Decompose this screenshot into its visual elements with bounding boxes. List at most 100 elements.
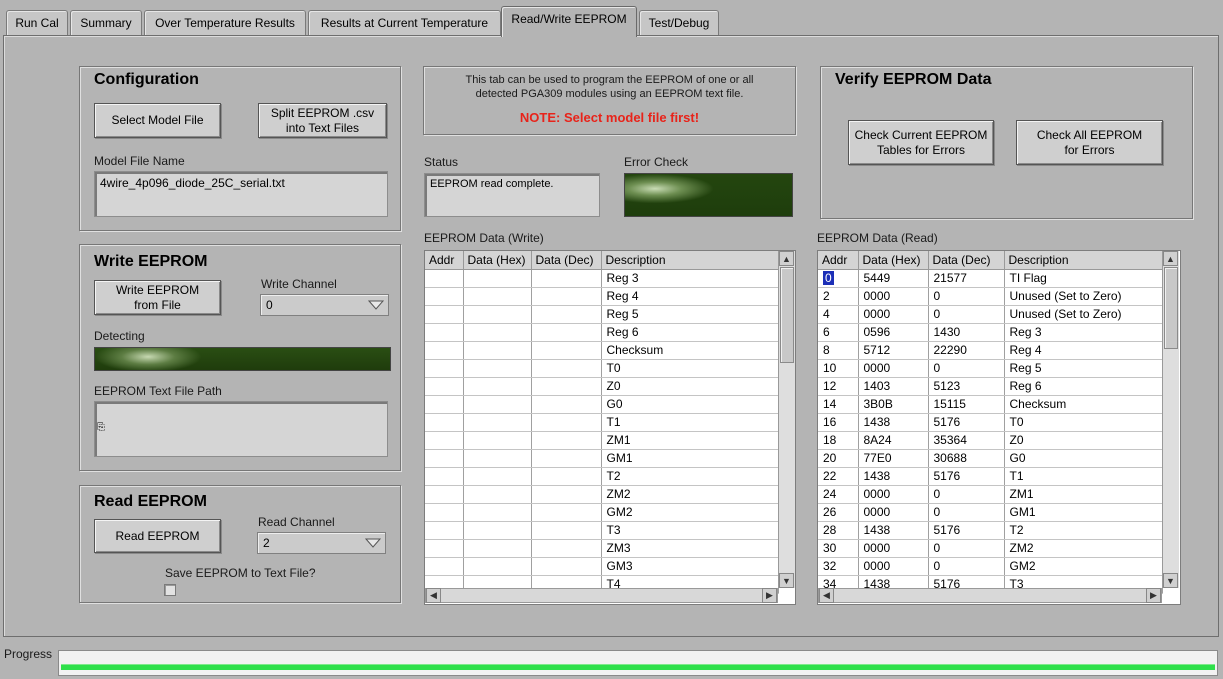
table-row[interactable]: G0 — [425, 395, 779, 414]
table-cell[interactable]: T1 — [1004, 467, 1163, 486]
table-cell[interactable]: 32 — [818, 557, 859, 576]
table-cell[interactable]: Checksum — [1004, 395, 1163, 414]
table-row[interactable]: 8 5712 22290 Reg 4 — [818, 341, 1163, 360]
table-cell[interactable]: Reg 6 — [601, 323, 779, 342]
table-cell[interactable] — [463, 287, 532, 306]
table-row[interactable]: 6 0596 1430 Reg 3 — [818, 323, 1163, 342]
table-cell[interactable]: 0000 — [858, 305, 929, 324]
read-channel-select[interactable]: 2 — [257, 532, 386, 554]
eeprom-read-table[interactable]: Addr Data (Hex) Data (Dec) Description 0 544… — [817, 250, 1181, 605]
table-cell[interactable]: GM3 — [601, 557, 779, 576]
table-cell[interactable] — [531, 467, 602, 486]
table-cell[interactable]: GM1 — [601, 449, 779, 468]
table-cell[interactable]: 35364 — [928, 431, 1005, 450]
table-cell[interactable]: 4 — [818, 305, 859, 324]
table-cell[interactable]: 5123 — [928, 377, 1005, 396]
table-cell[interactable]: TI Flag — [1004, 269, 1163, 288]
scroll-thumb[interactable] — [780, 267, 794, 363]
table-cell[interactable]: 5712 — [858, 341, 929, 360]
table-cell[interactable] — [425, 539, 464, 558]
table-row[interactable]: 4 0000 0 Unused (Set to Zero) — [818, 305, 1163, 324]
table-cell[interactable]: 30 — [818, 539, 859, 558]
table-cell[interactable] — [531, 377, 602, 396]
table-cell[interactable]: Checksum — [601, 341, 779, 360]
tab-run-cal[interactable]: Run Cal — [6, 10, 68, 35]
table-cell[interactable]: 1438 — [858, 413, 929, 432]
table-row[interactable]: 30 0000 0 ZM2 — [818, 539, 1163, 558]
table-cell[interactable]: 14 — [818, 395, 859, 414]
table-cell[interactable] — [463, 449, 532, 468]
table-cell[interactable]: 1438 — [858, 467, 929, 486]
table-cell[interactable] — [463, 431, 532, 450]
table-cell[interactable]: 0000 — [858, 539, 929, 558]
table-row[interactable]: 18 8A24 35364 Z0 — [818, 431, 1163, 450]
table-cell[interactable] — [531, 395, 602, 414]
table-cell[interactable] — [463, 341, 532, 360]
table-cell[interactable]: ZM2 — [601, 485, 779, 504]
table-cell[interactable] — [425, 323, 464, 342]
table-cell[interactable]: 0 — [928, 359, 1005, 378]
save-eeprom-checkbox[interactable] — [164, 584, 176, 596]
table-cell[interactable]: T0 — [1004, 413, 1163, 432]
table-cell[interactable] — [463, 521, 532, 540]
table-cell[interactable]: 21577 — [928, 269, 1005, 288]
table-cell[interactable] — [425, 521, 464, 540]
table-cell[interactable] — [531, 503, 602, 522]
table-cell[interactable]: 22 — [818, 467, 859, 486]
table-cell[interactable]: T3 — [601, 521, 779, 540]
table-cell[interactable]: 2 — [818, 287, 859, 306]
table-row[interactable]: 28 1438 5176 T2 — [818, 521, 1163, 540]
table-cell[interactable]: Reg 4 — [1004, 341, 1163, 360]
table-row[interactable]: ZM2 — [425, 485, 779, 504]
scroll-down-icon[interactable]: ▼ — [1163, 573, 1178, 588]
read-table-vscroll[interactable]: ▲ ▼ — [1162, 251, 1179, 588]
table-cell[interactable]: 0 — [928, 503, 1005, 522]
table-cell[interactable]: ZM1 — [601, 431, 779, 450]
table-cell[interactable]: 0000 — [858, 287, 929, 306]
table-cell[interactable]: Reg 5 — [601, 305, 779, 324]
table-cell[interactable] — [425, 305, 464, 324]
table-row[interactable]: ZM1 — [425, 431, 779, 450]
table-row[interactable]: 20 77E0 30688 G0 — [818, 449, 1163, 468]
table-cell[interactable] — [463, 323, 532, 342]
scroll-left-icon[interactable]: ◀ — [426, 588, 441, 603]
table-cell[interactable]: 26 — [818, 503, 859, 522]
tab-over-temperature-results[interactable]: Over Temperature Results — [144, 10, 306, 35]
table-cell[interactable]: 0000 — [858, 485, 929, 504]
table-row[interactable]: 0 5449 21577 TI Flag — [818, 269, 1163, 288]
table-cell[interactable] — [463, 539, 532, 558]
check-current-eeprom-button[interactable]: Check Current EEPROM Tables for Errors — [848, 120, 994, 165]
table-cell[interactable]: G0 — [601, 395, 779, 414]
table-cell[interactable]: 5176 — [928, 521, 1005, 540]
table-row[interactable]: T3 — [425, 521, 779, 540]
table-row[interactable]: Checksum — [425, 341, 779, 360]
table-cell[interactable] — [531, 557, 602, 576]
table-cell[interactable]: 0000 — [858, 503, 929, 522]
table-cell[interactable] — [425, 269, 464, 288]
table-cell[interactable] — [425, 395, 464, 414]
table-cell[interactable] — [463, 305, 532, 324]
write-table-vscroll[interactable]: ▲ ▼ — [778, 251, 795, 588]
table-cell[interactable]: 3B0B — [858, 395, 929, 414]
table-cell[interactable]: 1430 — [928, 323, 1005, 342]
table-cell[interactable] — [531, 359, 602, 378]
table-cell[interactable] — [425, 449, 464, 468]
scroll-up-icon[interactable]: ▲ — [779, 251, 794, 266]
table-cell[interactable]: GM1 — [1004, 503, 1163, 522]
table-row[interactable]: 14 3B0B 15115 Checksum — [818, 395, 1163, 414]
table-cell[interactable]: T2 — [1004, 521, 1163, 540]
table-cell[interactable]: 1438 — [858, 521, 929, 540]
table-row[interactable]: 10 0000 0 Reg 5 — [818, 359, 1163, 378]
table-cell[interactable]: ZM2 — [1004, 539, 1163, 558]
table-row[interactable]: 22 1438 5176 T1 — [818, 467, 1163, 486]
table-cell[interactable]: Z0 — [1004, 431, 1163, 450]
table-cell[interactable]: T2 — [601, 467, 779, 486]
table-row[interactable]: 16 1438 5176 T0 — [818, 413, 1163, 432]
table-cell[interactable]: 24 — [818, 485, 859, 504]
table-row[interactable]: T1 — [425, 413, 779, 432]
table-cell[interactable]: Reg 6 — [1004, 377, 1163, 396]
write-table-hscroll[interactable]: ◀ ▶ — [425, 588, 778, 603]
table-cell[interactable] — [425, 467, 464, 486]
table-row[interactable]: Z0 — [425, 377, 779, 396]
table-cell[interactable]: 15115 — [928, 395, 1005, 414]
